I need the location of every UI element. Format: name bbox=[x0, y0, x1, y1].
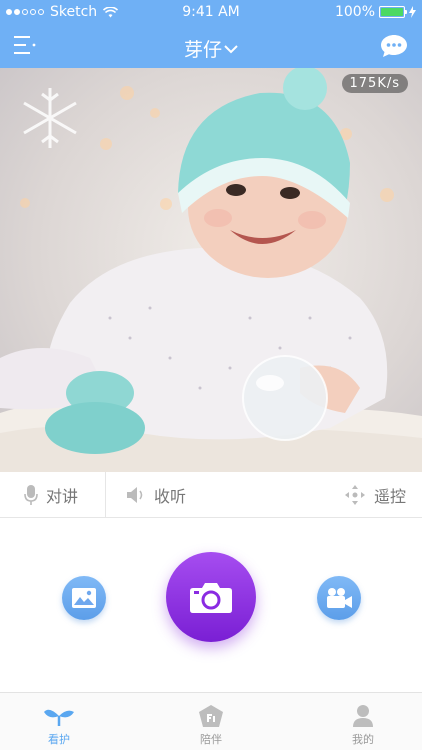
record-video-button[interactable] bbox=[317, 576, 361, 620]
remote-control-button[interactable]: 遥控 bbox=[344, 472, 406, 518]
divider bbox=[105, 472, 106, 518]
action-area bbox=[0, 518, 422, 692]
chevron-down-icon bbox=[224, 45, 238, 54]
baby-photo bbox=[0, 68, 422, 472]
camera-icon bbox=[190, 583, 232, 613]
direction-pad-icon bbox=[344, 484, 366, 506]
status-bar: Sketch 9:41 AM 100% bbox=[0, 0, 422, 24]
tab-mine-label: 我的 bbox=[352, 733, 374, 746]
battery-area: 100% bbox=[335, 4, 416, 20]
tab-bar: 看护 陪伴 我的 bbox=[0, 692, 422, 750]
battery-percent: 100% bbox=[334, 4, 375, 20]
snapshot-button[interactable] bbox=[166, 552, 256, 642]
sprout-icon bbox=[0, 701, 119, 731]
charging-icon bbox=[409, 6, 416, 18]
companion-icon bbox=[151, 701, 271, 731]
gallery-button[interactable] bbox=[62, 576, 106, 620]
tab-companion-label: 陪伴 bbox=[200, 733, 222, 746]
chat-bubble-icon[interactable] bbox=[380, 34, 408, 58]
tab-watch[interactable]: 看护 bbox=[0, 693, 119, 750]
tab-mine[interactable]: 我的 bbox=[303, 693, 422, 750]
battery-level bbox=[381, 8, 403, 16]
page-title: 芽仔 bbox=[183, 39, 222, 61]
speaker-icon bbox=[126, 486, 146, 504]
control-row: 对讲 收听 遥控 bbox=[0, 472, 422, 518]
device-selector[interactable]: 芽仔 bbox=[0, 35, 422, 62]
bitrate-badge: 175K/s bbox=[341, 74, 408, 93]
listen-label: 收听 bbox=[154, 487, 187, 506]
remote-label: 遥控 bbox=[373, 487, 406, 506]
tab-companion[interactable]: 陪伴 bbox=[151, 693, 271, 750]
tab-watch-label: 看护 bbox=[48, 733, 70, 746]
talk-button[interactable]: 对讲 bbox=[24, 472, 78, 518]
person-icon bbox=[303, 701, 422, 731]
microphone-icon bbox=[24, 484, 38, 506]
battery-icon bbox=[379, 6, 407, 18]
listen-button[interactable]: 收听 bbox=[126, 472, 186, 518]
video-camera-icon bbox=[327, 588, 352, 608]
talk-label: 对讲 bbox=[46, 487, 79, 506]
app-header: Sketch 9:41 AM 100% 芽仔 bbox=[0, 0, 422, 68]
image-gallery-icon bbox=[72, 588, 96, 608]
nav-bar: 芽仔 bbox=[0, 24, 422, 68]
live-video-feed[interactable]: 175K/s bbox=[0, 68, 422, 472]
